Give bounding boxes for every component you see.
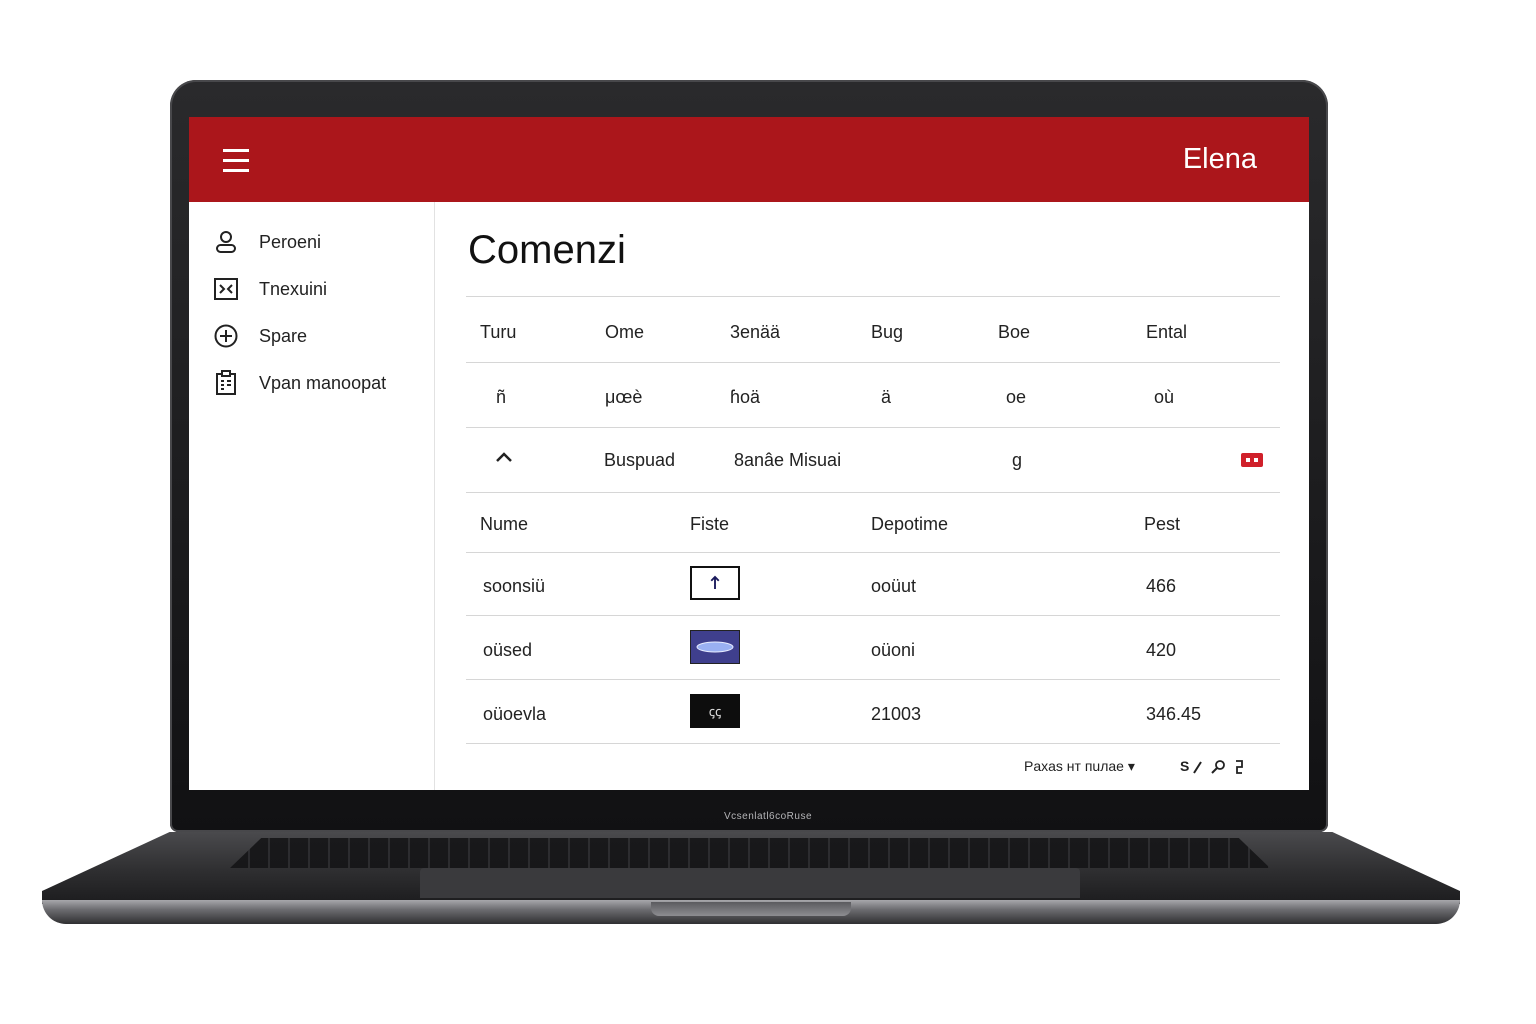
item-thumbnail[interactable]	[690, 566, 740, 600]
order-detail: 8anâe Misuai	[734, 450, 842, 470]
table-cell: ä	[881, 387, 892, 407]
chevron-up-icon[interactable]	[494, 450, 514, 464]
item-name: oüsed	[483, 640, 533, 660]
search-icon[interactable]	[1210, 759, 1226, 775]
table-cell: ñ	[496, 387, 507, 407]
laptop-keyboard	[230, 838, 1270, 868]
edit-icon[interactable]	[1191, 759, 1203, 775]
item-thumbnail[interactable]	[690, 630, 740, 664]
divider	[466, 427, 1280, 428]
table-cell: ɦoä	[730, 387, 761, 407]
column-header[interactable]: 3enää	[730, 322, 780, 343]
column-header[interactable]: Ental	[1146, 322, 1187, 343]
clipboard-icon	[216, 370, 236, 395]
upload-arrow-icon	[710, 575, 720, 589]
column-header[interactable]: Pest	[1144, 514, 1180, 535]
sidebar-item-label: Vpan manoopat	[259, 372, 387, 393]
laptop-notch	[651, 902, 851, 916]
column-header[interactable]: Depotime	[871, 514, 948, 535]
divider	[466, 492, 1280, 493]
red-badge-icon[interactable]	[1240, 452, 1264, 468]
laptop-trackpad	[420, 868, 1080, 898]
divider	[466, 615, 1280, 616]
item-name: soonsiü	[483, 576, 546, 596]
box-arrows-icon	[214, 278, 238, 300]
divider	[466, 743, 1280, 744]
blue-lens-image	[696, 641, 734, 653]
order-customer: Buspuad	[604, 450, 676, 470]
sidebar-item-reports[interactable]: Vpan manoopat	[213, 367, 386, 399]
plus-circle-icon	[214, 324, 238, 348]
divider	[466, 552, 1280, 553]
column-header[interactable]: Turu	[480, 322, 516, 343]
app-screen: Elena Peroeni Tnexuini Spare Vpan manoop…	[189, 117, 1309, 790]
divider	[466, 296, 1280, 297]
sidebar-item-boxes[interactable]: Tnexuini	[213, 273, 327, 305]
sidebar-item-label: Peroeni	[259, 231, 322, 252]
divider	[466, 362, 1280, 363]
sidebar-item-label: Spare	[259, 325, 308, 346]
item-price: 466	[1146, 576, 1177, 596]
table-cell: où	[1154, 387, 1175, 407]
sidebar: Peroeni Tnexuini Spare Vpan manoopat	[189, 202, 435, 790]
item-depot: oüoni	[871, 640, 916, 660]
column-header[interactable]: Boe	[998, 322, 1030, 343]
table-cell: μœè	[605, 387, 643, 407]
person-icon	[216, 231, 236, 253]
main-content: Comenzi Turu Ome 3enää Bug Boe Ental ñ μ…	[434, 202, 1309, 790]
table-cell: oe	[1006, 387, 1027, 407]
sidebar-item-label: Tnexuini	[259, 278, 328, 299]
item-depot: ooüut	[871, 576, 917, 596]
column-header[interactable]: Fiste	[690, 514, 729, 535]
app-bar: Elena	[189, 117, 1309, 202]
page-title: Comenzi	[468, 228, 626, 272]
order-code: g	[1012, 450, 1023, 470]
sidebar-item-spare[interactable]: Spare	[213, 320, 307, 352]
actions-label: S	[1180, 758, 1190, 774]
sidebar-item-persons[interactable]: Peroeni	[213, 226, 321, 258]
item-price: 346.45	[1146, 704, 1202, 724]
divider	[466, 679, 1280, 680]
column-header[interactable]: Nume	[480, 514, 528, 535]
item-depot: 21003	[871, 704, 922, 724]
rows-per-page-select[interactable]: Paxas нт пuлae ▾	[1024, 758, 1135, 775]
item-thumbnail[interactable]: ꞔꞔ	[690, 694, 740, 728]
user-name[interactable]: Elena	[1183, 143, 1257, 176]
hamburger-icon[interactable]	[221, 145, 251, 175]
item-name: oüoevla	[483, 704, 547, 724]
bezel-label: Vcsenlatl6coRuse	[723, 811, 813, 822]
column-header[interactable]: Bug	[871, 322, 903, 343]
export-icon[interactable]	[1234, 759, 1244, 775]
item-price: 420	[1146, 640, 1177, 660]
column-header[interactable]: Ome	[605, 322, 644, 343]
